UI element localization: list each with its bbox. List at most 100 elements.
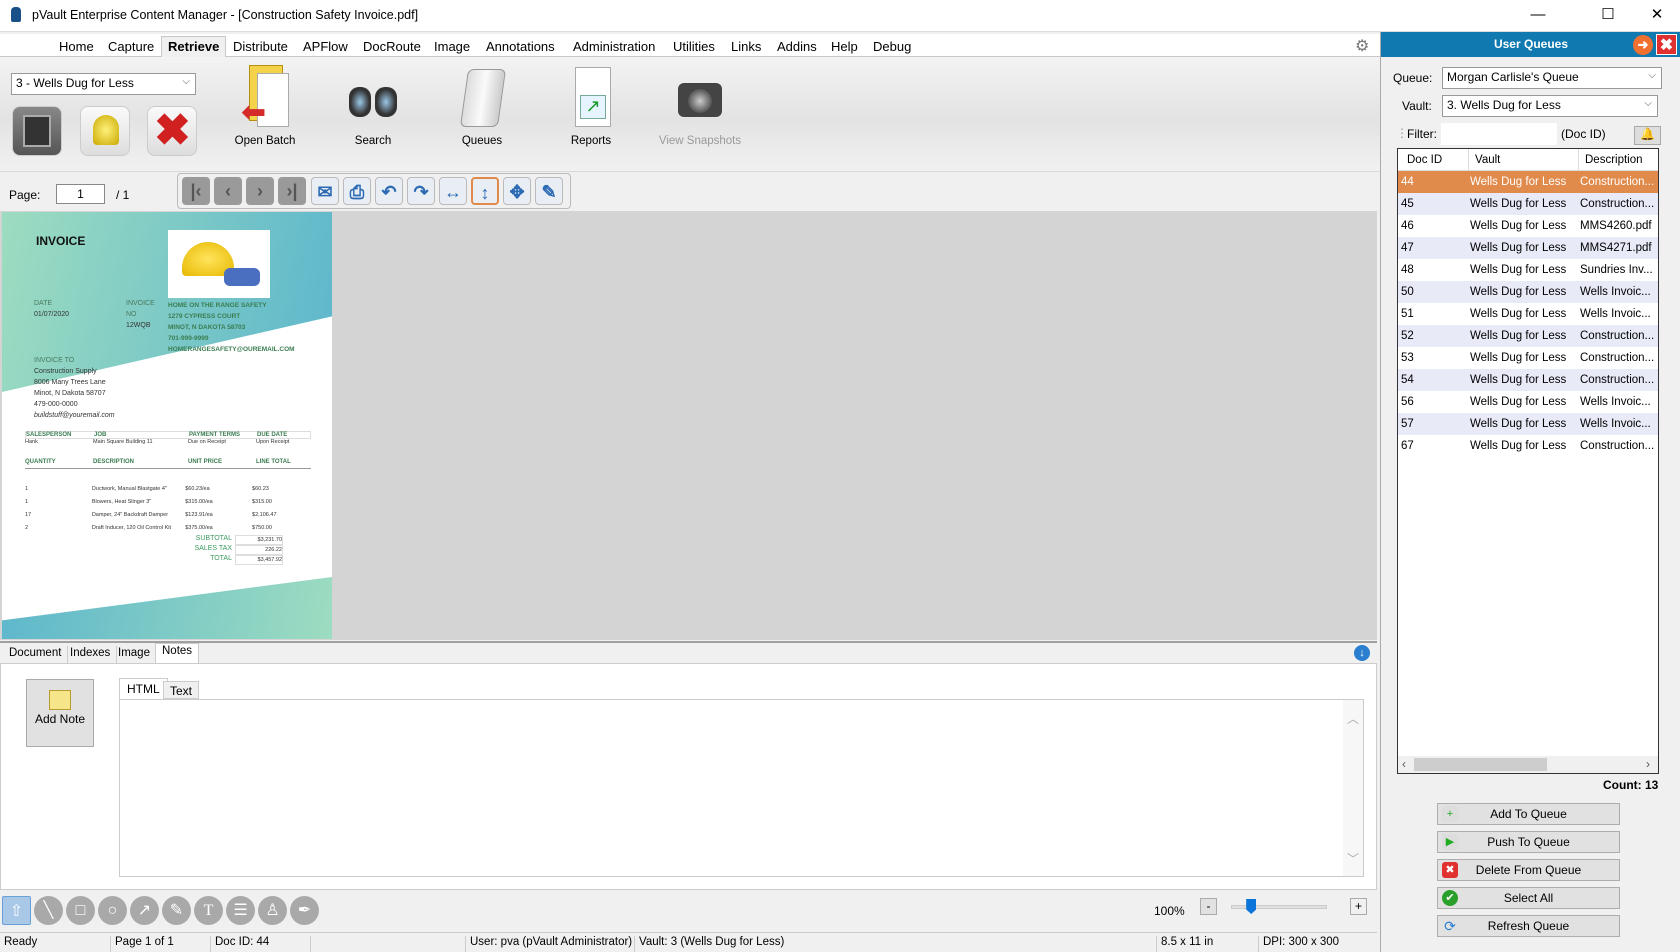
fit-width-icon[interactable]: ↔	[439, 177, 467, 205]
menu-help[interactable]: Help	[831, 39, 858, 54]
status-bar: Ready Page 1 of 1 Doc ID: 44 User: pva (…	[0, 932, 1377, 952]
settings-gear-icon[interactable]: ⚙	[1355, 36, 1369, 56]
menu-capture[interactable]: Capture	[108, 39, 154, 54]
scroll-up-icon[interactable]: ︿	[1347, 710, 1359, 727]
close-panel-icon[interactable]: ✖	[1656, 34, 1677, 55]
refresh-queue-button[interactable]: ⟳ Refresh Queue	[1437, 915, 1620, 937]
menu-addins[interactable]: Addins	[777, 39, 817, 54]
line-tool-icon[interactable]: ╲	[34, 896, 63, 925]
row-doc-id: 57	[1401, 418, 1414, 430]
queue-row[interactable]: 51 Wells Dug for Less Wells Invoic...	[1398, 303, 1658, 325]
queue-row[interactable]: 54 Wells Dug for Less Construction...	[1398, 369, 1658, 391]
select-all-button[interactable]: ✔ Select All	[1437, 887, 1620, 909]
add-to-queue-button[interactable]: + Add To Queue	[1437, 803, 1620, 825]
add-note-button[interactable]: Add Note	[26, 679, 94, 747]
highlighter-tool-icon[interactable]: ✎	[162, 896, 191, 925]
queue-row[interactable]: 50 Wells Dug for Less Wells Invoic...	[1398, 281, 1658, 303]
queue-row[interactable]: 48 Wells Dug for Less Sundries Inv...	[1398, 259, 1658, 281]
menu-image[interactable]: Image	[434, 39, 470, 54]
view-snapshots-button[interactable]: View Snapshots	[655, 65, 745, 147]
menu-docroute[interactable]: DocRoute	[363, 39, 421, 54]
menu-home[interactable]: Home	[59, 39, 94, 54]
queue-row[interactable]: 47 Wells Dug for Less MMS4271.pdf	[1398, 237, 1658, 259]
rotate-left-icon[interactable]: ↶	[375, 177, 403, 205]
reports-button[interactable]: ↗ Reports	[546, 65, 636, 147]
save-button[interactable]	[12, 106, 62, 156]
column-vault[interactable]: Vault	[1468, 149, 1500, 171]
fit-page-icon[interactable]: ✥	[503, 177, 531, 205]
menu-utilities[interactable]: Utilities	[673, 39, 715, 54]
scroll-right-icon[interactable]: ›	[1646, 757, 1650, 771]
menu-administration[interactable]: Administration	[573, 39, 655, 54]
queue-row[interactable]: 56 Wells Dug for Less Wells Invoic...	[1398, 391, 1658, 413]
filter-input[interactable]	[1441, 123, 1557, 145]
rectangle-tool-icon[interactable]: □	[66, 896, 95, 925]
queue-row[interactable]: 57 Wells Dug for Less Wells Invoic...	[1398, 413, 1658, 435]
search-button[interactable]: Search	[328, 65, 418, 147]
page-total: / 1	[116, 188, 130, 202]
cancel-button[interactable]: ✖	[147, 106, 197, 156]
scroll-left-icon[interactable]: ‹	[1402, 757, 1406, 771]
stamp-tool-icon[interactable]: ♙	[258, 896, 287, 925]
prev-page-button[interactable]: ‹	[214, 177, 242, 205]
horizontal-scrollbar[interactable]: ‹ ›	[1398, 756, 1658, 773]
alert-bell-button[interactable]	[80, 106, 130, 156]
invoice-item-row: 1 Ductwork, Manual Blastgate 4" $60.23/ea $…	[25, 483, 311, 496]
zoom-out-button[interactable]: -	[1200, 898, 1217, 915]
text-tool-icon[interactable]: T	[194, 896, 223, 925]
next-page-button[interactable]: ›	[246, 177, 274, 205]
first-page-button[interactable]: |‹	[182, 177, 210, 205]
minimize-button[interactable]: —	[1515, 0, 1561, 32]
report-chart-icon: ↗	[561, 65, 621, 131]
arrow-right-icon[interactable]: ➜	[1633, 35, 1653, 55]
fit-height-icon[interactable]: ↕	[471, 177, 499, 205]
push-to-queue-button[interactable]: ▶ Push To Queue	[1437, 831, 1620, 853]
pen-tool-icon[interactable]: ✒	[290, 896, 319, 925]
tab-notes[interactable]: Notes	[155, 643, 200, 665]
column-description[interactable]: Description	[1578, 149, 1643, 171]
menu-distribute[interactable]: Distribute	[233, 39, 288, 54]
open-batch-button[interactable]: ⬅ Open Batch	[220, 65, 310, 147]
queue-select[interactable]: Morgan Carlisle's Queue ⌵	[1442, 67, 1662, 89]
scroll-down-icon[interactable]: ﹀	[1347, 850, 1359, 867]
scrollbar-thumb[interactable]	[1414, 758, 1547, 771]
queue-row[interactable]: 67 Wells Dug for Less Construction...	[1398, 435, 1658, 457]
close-button[interactable]: ✕	[1634, 0, 1680, 32]
last-page-button[interactable]: ›|	[278, 177, 306, 205]
queues-button[interactable]: Queues	[437, 65, 527, 147]
zoom-slider-thumb[interactable]	[1246, 899, 1257, 914]
delete-from-queue-button[interactable]: ✖ Delete From Queue	[1437, 859, 1620, 881]
red-x-icon: ✖	[154, 106, 191, 155]
print-icon[interactable]: ⎙	[343, 177, 371, 205]
collapse-down-icon[interactable]: ↓	[1354, 645, 1370, 661]
arrow-tool-icon[interactable]: ↗	[130, 896, 159, 925]
note-tool-icon[interactable]: ☰	[226, 896, 255, 925]
pointer-arrow-icon[interactable]: ⇧	[2, 896, 31, 925]
queue-row[interactable]: 52 Wells Dug for Less Construction...	[1398, 325, 1658, 347]
note-scrollbar[interactable]: ︿ ﹀	[1343, 700, 1363, 876]
queue-vault-select[interactable]: 3. Wells Dug for Less ⌵	[1442, 95, 1658, 117]
menu-debug[interactable]: Debug	[873, 39, 911, 54]
menu-retrieve[interactable]: Retrieve	[161, 36, 227, 58]
queue-row[interactable]: 46 Wells Dug for Less MMS4260.pdf	[1398, 215, 1658, 237]
zoom-in-button[interactable]: +	[1350, 898, 1367, 915]
edit-document-icon[interactable]: ✎	[535, 177, 563, 205]
queue-row[interactable]: 45 Wells Dug for Less Construction...	[1398, 193, 1658, 215]
note-editor[interactable]: ︿ ﹀	[119, 699, 1364, 877]
queue-row[interactable]: 44 Wells Dug for Less Construction...	[1398, 171, 1658, 193]
ellipse-tool-icon[interactable]: ○	[98, 896, 127, 925]
email-icon[interactable]: ✉	[311, 177, 339, 205]
menu-links[interactable]: Links	[731, 39, 761, 54]
vault-select[interactable]: 3 - Wells Dug for Less ⌵	[11, 73, 196, 95]
zoom-slider[interactable]	[1231, 899, 1327, 914]
maximize-button[interactable]: ☐	[1585, 0, 1631, 32]
column-doc-id[interactable]: Doc ID	[1407, 149, 1442, 171]
page-number-input[interactable]: 1	[56, 184, 105, 204]
tab-text[interactable]: Text	[163, 681, 200, 699]
menu-apflow[interactable]: APFlow	[303, 39, 348, 54]
rotate-right-icon[interactable]: ↷	[407, 177, 435, 205]
tab-html[interactable]: HTML	[119, 678, 168, 699]
queue-row[interactable]: 53 Wells Dug for Less Construction...	[1398, 347, 1658, 369]
menu-annotations[interactable]: Annotations	[486, 39, 555, 54]
bell-icon[interactable]: 🔔	[1634, 126, 1661, 145]
